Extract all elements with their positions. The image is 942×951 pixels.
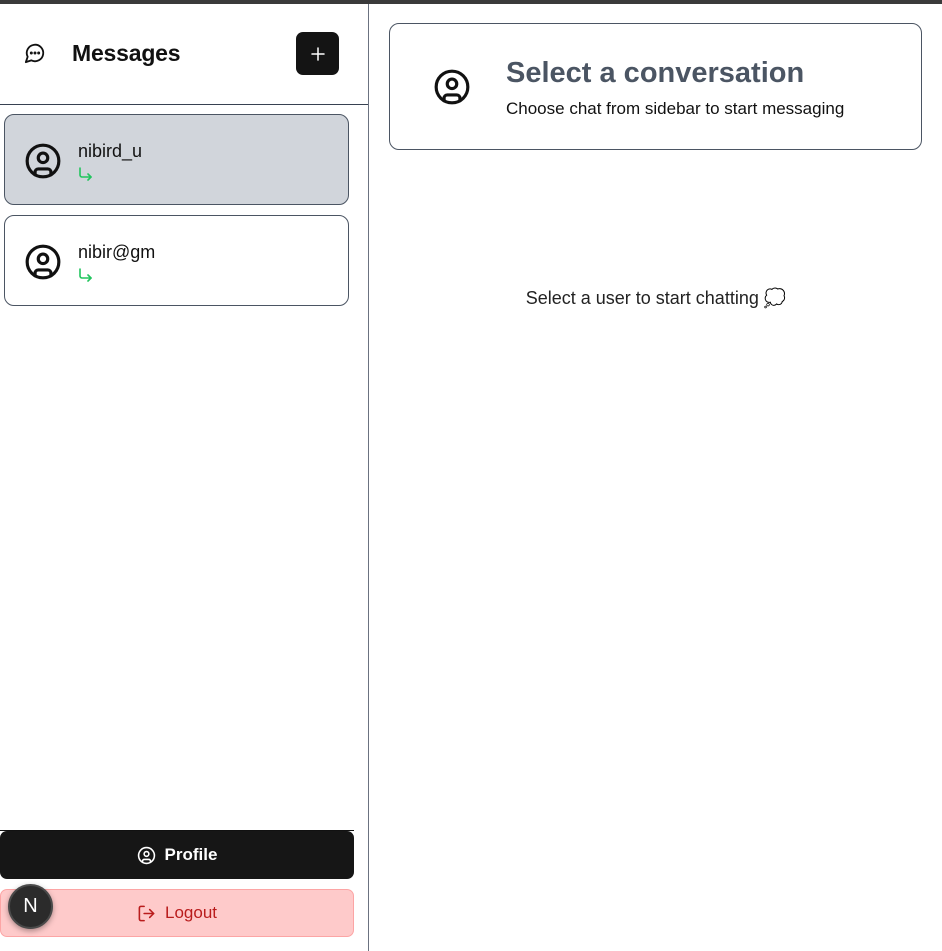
sidebar-header: Messages <box>0 4 368 105</box>
logout-button[interactable]: Logout <box>0 889 354 937</box>
user-circle-icon <box>137 846 155 864</box>
conversation-item-nibird-u[interactable]: nibird_u <box>4 114 349 205</box>
user-avatar-icon <box>25 143 61 179</box>
profile-button-label: Profile <box>164 845 218 864</box>
user-avatar-icon <box>434 69 470 105</box>
profile-button[interactable]: Profile <box>0 831 354 879</box>
conversation-item-nibir-gm[interactable]: nibir@gm <box>4 215 349 306</box>
chat-bubble-icon <box>24 43 45 64</box>
conversation-name: nibir@gm <box>78 242 156 262</box>
reply-arrow-icon <box>79 167 92 181</box>
empty-state-message: Select a user to start chatting 💭 <box>525 288 787 308</box>
conversation-name: nibird_u <box>78 141 143 161</box>
plus-icon <box>310 46 325 61</box>
logout-button-label: Logout <box>165 903 217 922</box>
dev-tools-badge[interactable]: N <box>8 884 53 929</box>
new-chat-button[interactable] <box>296 32 339 75</box>
reply-arrow-icon <box>79 268 92 282</box>
conversation-title: Select a conversation <box>506 57 805 89</box>
logout-icon <box>138 905 155 921</box>
conversation-subtitle: Choose chat from sidebar to start messag… <box>506 99 845 118</box>
sidebar: Messages nibird_u nibir@gm Profile Logou… <box>0 4 369 951</box>
chat-panel: Select a conversation Choose chat from s… <box>370 4 942 951</box>
conversation-header: Select a conversation Choose chat from s… <box>389 23 922 150</box>
user-avatar-icon <box>25 244 61 280</box>
dev-badge-label: N <box>23 895 38 917</box>
sidebar-title: Messages <box>72 40 181 66</box>
